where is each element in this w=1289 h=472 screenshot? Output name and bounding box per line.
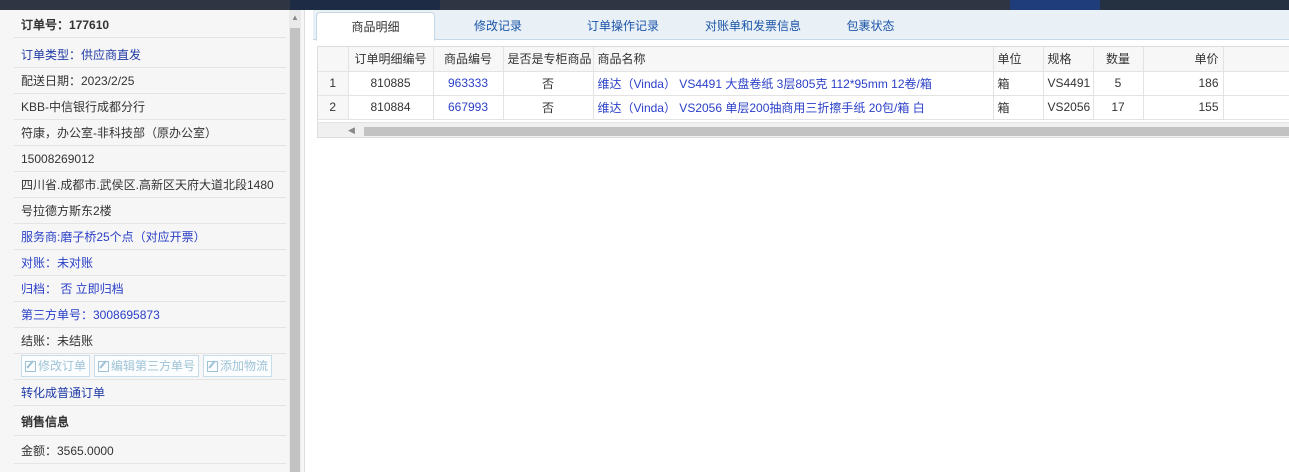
- order-number: 订单号：177610: [14, 12, 286, 38]
- scroll-left-arrow-icon[interactable]: ◀: [348, 125, 355, 136]
- horizontal-scrollbar-thumb[interactable]: [364, 127, 1289, 136]
- counter-product-cell: 否: [503, 71, 594, 96]
- column-header[interactable]: 订单明细编号: [348, 47, 434, 72]
- sales-amount: 金额：3565.0000: [14, 438, 286, 464]
- column-header[interactable]: 税率: [1223, 47, 1289, 72]
- column-header[interactable]: 单位: [993, 47, 1044, 72]
- spec-cell: VS2056: [1043, 95, 1094, 120]
- top-bar-segment: [1100, 0, 1289, 10]
- archive-status[interactable]: 归档： 否 立即归档: [14, 276, 286, 302]
- edit-third-party-button[interactable]: 编辑第三方单号: [94, 355, 200, 377]
- tab-product-details[interactable]: 商品明细: [316, 12, 435, 41]
- settle-status: 结账：未结账: [14, 328, 286, 354]
- column-header: [318, 47, 349, 72]
- tab-operation-log[interactable]: 订单操作记录: [573, 12, 673, 41]
- edit-icon: [25, 360, 36, 372]
- reconcile-status[interactable]: 对账：未对账: [14, 250, 286, 276]
- counter-product-cell: 否: [503, 95, 594, 120]
- tab-modification-log[interactable]: 修改记录: [453, 12, 543, 41]
- quantity-cell: 5: [1093, 71, 1144, 96]
- table-row[interactable]: 2 810884 667993 否 维达（Vinda） VS2056 单层200…: [318, 95, 1289, 120]
- row-number: 2: [318, 95, 349, 120]
- edit-order-button[interactable]: 修改订单: [21, 355, 91, 377]
- detail-number-cell: 810884: [348, 95, 434, 120]
- top-bar-segment: [1010, 0, 1100, 10]
- edit-icon: [98, 360, 110, 372]
- price-cell: 186: [1143, 71, 1224, 96]
- detail-number-cell: 810885: [348, 71, 434, 96]
- address-line-2: 号拉德方斯东2楼: [14, 198, 286, 224]
- scrollbar-thumb[interactable]: [290, 28, 300, 472]
- column-header[interactable]: 商品名称: [593, 47, 994, 72]
- table-header-row: 订单明细编号 商品编号 是否是专柜商品 商品名称 单位 规格 数量 单价 税率: [318, 47, 1289, 72]
- spec-cell: VS4491: [1043, 71, 1094, 96]
- top-bar-segment: [290, 0, 440, 10]
- column-header[interactable]: 单价: [1143, 47, 1224, 72]
- action-buttons: 修改订单 编辑第三方单号 添加物流: [21, 355, 273, 377]
- column-header[interactable]: 是否是专柜商品: [503, 47, 594, 72]
- product-number-link[interactable]: 963333: [433, 71, 504, 96]
- quantity-cell: 17: [1093, 95, 1144, 120]
- scroll-up-arrow-icon[interactable]: ▲: [289, 12, 301, 24]
- row-number: 1: [318, 71, 349, 96]
- column-header[interactable]: 商品编号: [433, 47, 504, 72]
- table-row[interactable]: 1 810885 963333 否 维达（Vinda） VS4491 大盘卷纸 …: [318, 71, 1289, 96]
- product-number-link[interactable]: 667993: [433, 95, 504, 120]
- delivery-date: 配送日期：2023/2/25: [14, 68, 286, 94]
- order-type: 订单类型：供应商直发: [14, 42, 286, 68]
- sales-info-header: 销售信息: [14, 408, 286, 436]
- horizontal-scrollbar[interactable]: ◀: [318, 122, 1289, 137]
- third-party-number[interactable]: 第三方单号：3008695873: [14, 302, 286, 328]
- unit-cell: 箱: [993, 71, 1044, 96]
- product-name-link[interactable]: 维达（Vinda） VS4491 大盘卷纸 3层805克 112*95mm 12…: [593, 71, 994, 96]
- branch-name: KBB-中信银行成都分行: [14, 94, 286, 120]
- tab-package-status[interactable]: 包裹状态: [833, 12, 908, 41]
- add-logistics-button[interactable]: 添加物流: [203, 355, 273, 377]
- phone-number: 15008269012: [14, 146, 286, 172]
- contact-person: 符康，办公室-非科技部（原办公室）: [14, 120, 286, 146]
- column-header[interactable]: 数量: [1093, 47, 1144, 72]
- edit-icon: [207, 360, 219, 372]
- tab-statement-invoice[interactable]: 对账单和发票信息: [693, 12, 813, 41]
- tax-rate-cell: [1223, 71, 1289, 96]
- order-info-panel: 订单号：177610 订单类型：供应商直发 配送日期：2023/2/25 KBB…: [0, 10, 305, 472]
- product-name-link[interactable]: 维达（Vinda） VS2056 单层200抽商用三折擦手纸 20包/箱 白: [593, 95, 994, 120]
- column-header[interactable]: 规格: [1043, 47, 1094, 72]
- top-bar: [0, 0, 1289, 10]
- tax-rate-cell: [1223, 95, 1289, 120]
- address-line-1: 四川省.成都市.武侯区.高新区天府大道北段1480: [14, 172, 286, 198]
- price-cell: 155: [1143, 95, 1224, 120]
- product-detail-grid: 订单明细编号 商品编号 是否是专柜商品 商品名称 单位 规格 数量 单价 税率 …: [317, 46, 1289, 138]
- unit-cell: 箱: [993, 95, 1044, 120]
- service-provider: 服务商:磨子桥25个点（对应开票）: [14, 224, 286, 250]
- tab-bar: 商品明细 修改记录 订单操作记录 对账单和发票信息 包裹状态: [313, 10, 1289, 41]
- convert-to-normal-order[interactable]: 转化成普通订单: [14, 380, 286, 406]
